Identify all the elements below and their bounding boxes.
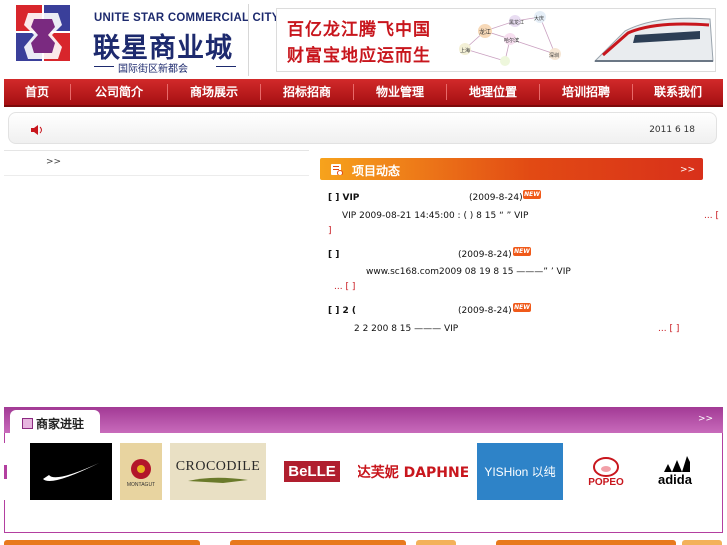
brand-logo-popeo[interactable]: POPEO (572, 443, 640, 500)
svg-text:上海: 上海 (460, 47, 470, 54)
merchants-more-link[interactable]: >> (698, 414, 713, 424)
bottom-section-tab (682, 540, 722, 545)
brand-logo-daphne[interactable]: 达芙妮 DAPHNE (358, 443, 468, 500)
news-item-title[interactable]: [ ] VIP (328, 193, 359, 203)
notice-date: 2011 6 18 (649, 125, 695, 135)
news-header-icon (331, 164, 343, 175)
logo-subtitle: 国际街区新都会 (118, 64, 188, 75)
news-item-date: (2009-8-24) (458, 250, 512, 260)
news-item-read-more[interactable]: ... [ ] (334, 282, 355, 292)
project-news-more-link[interactable]: >> (680, 165, 695, 175)
logo-sub-rule-left (94, 66, 114, 67)
popeo-pig-icon (593, 457, 619, 477)
nav-company-intro[interactable]: 公司简介 (71, 79, 167, 105)
nav-location[interactable]: 地理位置 (447, 79, 539, 105)
brand-logo-crocodile[interactable]: CROCODILE (170, 443, 266, 500)
nav-home[interactable]: 首页 (4, 79, 70, 105)
new-badge-icon: NEW (513, 247, 531, 256)
news-item-title[interactable]: [ ] 2 ( (328, 306, 356, 316)
news-item-summary: VIP 2009-08-21 14:45:00 : ( ) 8 15 “ ” V… (342, 211, 529, 221)
bottom-section-tab (496, 540, 676, 545)
nav-training-recruitment[interactable]: 培训招聘 (540, 79, 632, 105)
svg-text:深圳: 深圳 (549, 52, 559, 59)
new-badge-icon: NEW (523, 190, 541, 199)
adidas-stripes-icon (664, 456, 690, 472)
brand-logo-belle[interactable]: BeLLE (274, 443, 350, 500)
project-news-title: 项目动态 (352, 164, 401, 178)
speaker-icon (31, 125, 42, 135)
news-item-title[interactable]: [ ] (328, 250, 339, 260)
left-panel-more-link[interactable]: >> (46, 157, 61, 167)
merchants-header (4, 407, 723, 433)
svg-text:哈尔滨: 哈尔滨 (504, 37, 519, 44)
nike-swoosh-icon (43, 462, 99, 481)
notice-bar (8, 112, 717, 144)
news-item-read-more[interactable]: ... [ ] (658, 324, 679, 334)
brand-logo-nike[interactable] (30, 443, 112, 500)
crocodile-icon (188, 477, 248, 483)
merchants-title: 商家进驻 (36, 417, 85, 431)
montagut-flower-icon (131, 458, 151, 479)
new-badge-icon: NEW (513, 303, 531, 312)
news-item-summary: 2 2 200 8 15 ——— VIP (354, 324, 459, 334)
brand-logo-partial[interactable] (4, 443, 22, 500)
svg-text:黑龙江: 黑龙江 (509, 19, 524, 26)
svg-text:大庆: 大庆 (534, 15, 544, 22)
banner-network-graphic: 龙江 黑龙江 哈尔滨 大庆 上海 深圳 (459, 11, 714, 66)
merchants-header-icon (22, 418, 33, 429)
logo-english-text: UNITE STAR COMMERCIAL CITY (94, 10, 280, 24)
left-panel-divider (4, 175, 309, 176)
nav-contact-us[interactable]: 联系我们 (633, 79, 723, 105)
banner-headline-2: 财富宝地应运而生 (287, 46, 431, 66)
bottom-section-tab (416, 540, 456, 545)
banner-headline-1: 百亿龙江腾飞中国 (287, 20, 431, 40)
bottom-section-tab (4, 540, 200, 545)
news-item-date: (2009-8-24) (469, 193, 523, 203)
logo-sub-rule-right (216, 66, 236, 67)
news-item-read-more-close: ] (328, 226, 332, 236)
nav-property-management[interactable]: 物业管理 (354, 79, 446, 105)
logo-mark-icon (16, 5, 70, 61)
news-item-read-more[interactable]: ... [ (704, 211, 719, 221)
brand-logo-adidas[interactable]: adida (650, 443, 700, 500)
left-panel-divider (4, 150, 309, 151)
news-item-date: (2009-8-24) (458, 306, 512, 316)
svg-text:龙江: 龙江 (479, 28, 491, 36)
nav-mall-showcase[interactable]: 商场展示 (168, 79, 260, 105)
header-divider (248, 4, 249, 76)
nav-bidding-leasing[interactable]: 招标招商 (261, 79, 353, 105)
brand-logo-yishion[interactable]: YISHion 以纯 (477, 443, 563, 500)
news-item-summary: www.sc168.com2009 08 19 8 15 ———” ’ VIP (366, 267, 571, 277)
header-banner[interactable]: 百亿龙江腾飞中国 财富宝地应运而生 龙江 黑龙江 哈尔滨 大庆 上海 深圳 (276, 8, 716, 72)
brand-logo-montagut[interactable]: MONTAGUT (120, 443, 162, 500)
main-nav: 首页 公司简介 商场展示 招标招商 物业管理 地理位置 培训招聘 联系我们 (4, 79, 723, 107)
bottom-section-tab (230, 540, 406, 545)
